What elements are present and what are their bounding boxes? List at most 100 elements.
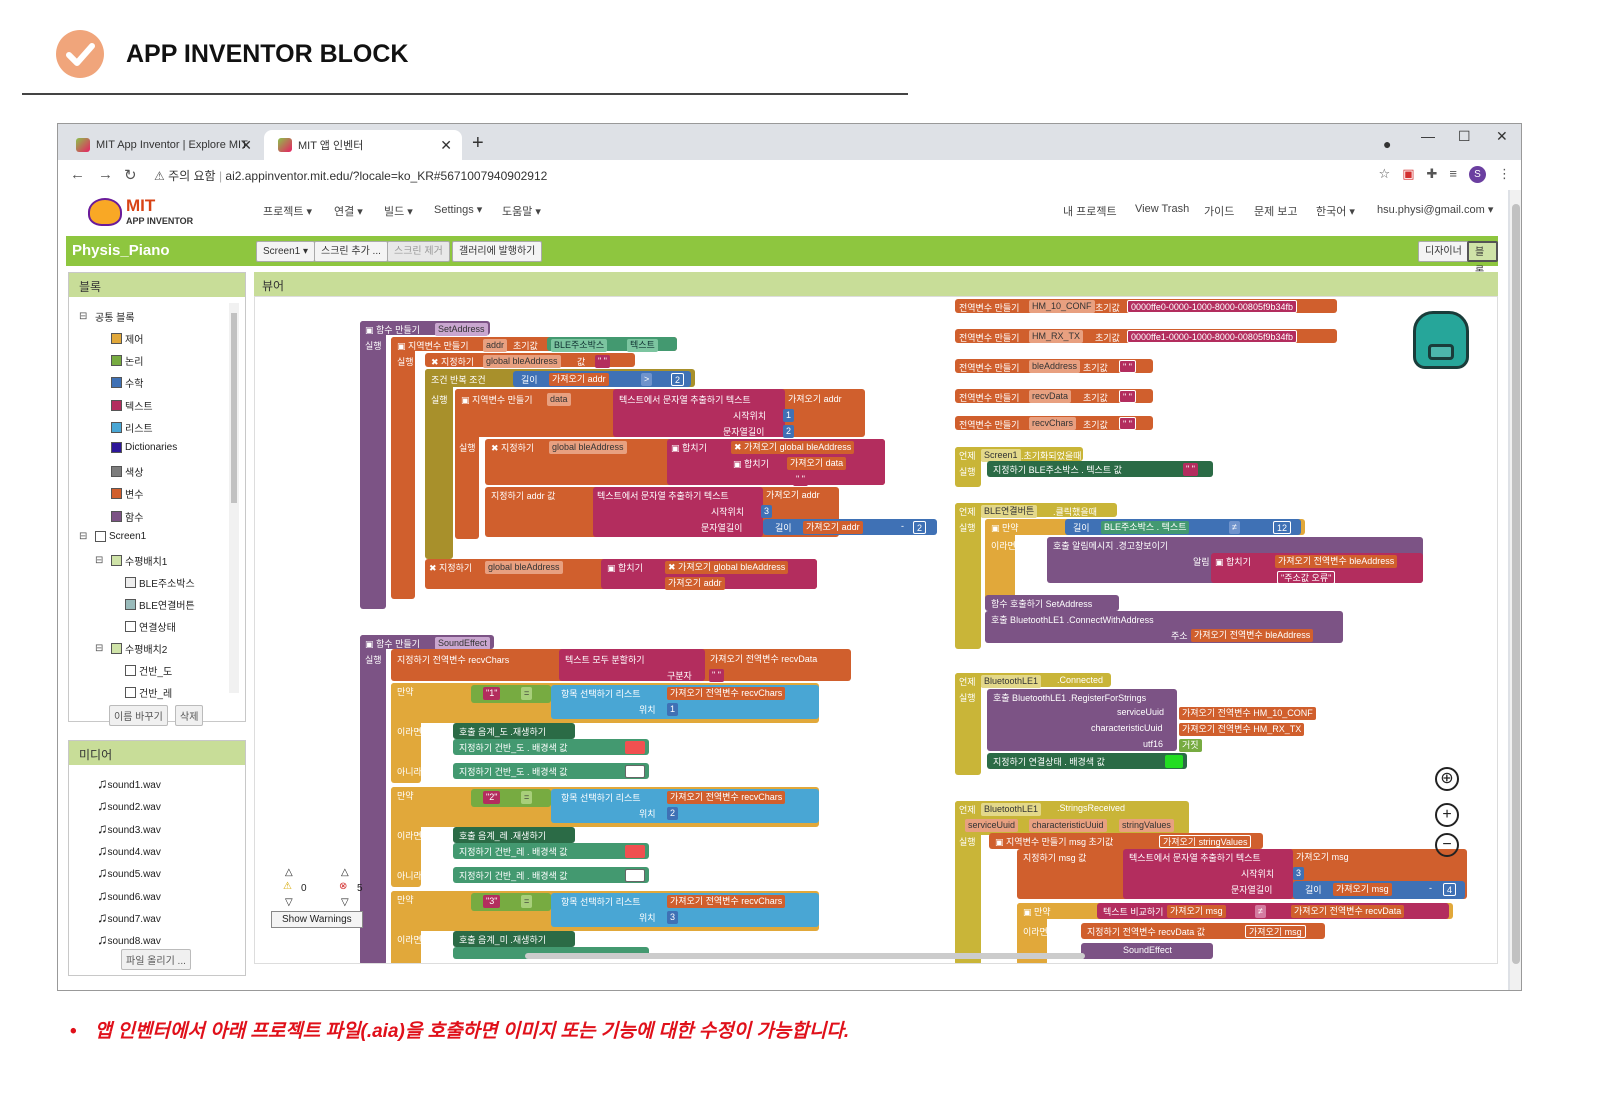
get-global-ble-chip[interactable]: ✖ 가져오기 global bleAddress: [665, 561, 789, 574]
get-sv-chip[interactable]: 가져오기 stringValues: [1159, 835, 1252, 848]
empty-text[interactable]: " ": [793, 473, 808, 486]
publish-gallery-button[interactable]: 갤러리에 발행하기: [452, 241, 543, 262]
media-file[interactable]: ♫sound8.wav: [97, 931, 161, 947]
reload-icon[interactable]: ↻: [124, 166, 137, 184]
key-text[interactable]: "3": [483, 895, 501, 908]
menu-account[interactable]: hsu.physi@gmail.com ▾: [1377, 203, 1493, 216]
builtin-category[interactable]: 색상: [111, 464, 143, 479]
delete-button[interactable]: 삭제: [175, 705, 204, 726]
new-tab-icon[interactable]: +: [472, 132, 484, 155]
puzzle-icon[interactable]: ✚: [1427, 166, 1438, 183]
get-recvchars-chip[interactable]: 가져오기 전역변수 recvChars: [667, 895, 786, 908]
global-var-name[interactable]: HM_10_CONF: [1029, 300, 1095, 313]
get-conf-chip[interactable]: 가져오기 전역변수 HM_10_CONF: [1179, 707, 1316, 720]
get-addr-chip[interactable]: 가져오기 addr: [665, 577, 725, 590]
button-comp[interactable]: BLE연결버튼: [981, 505, 1038, 518]
remove-screen-button[interactable]: 스크린 제거: [387, 241, 450, 262]
false-chip[interactable]: 거짓: [1179, 739, 1202, 752]
get-addr-chip[interactable]: 가져오기 addr: [763, 489, 823, 502]
get-addr-chip[interactable]: 가져오기 addr: [803, 521, 863, 534]
screen-select[interactable]: Screen1 ▾: [256, 241, 316, 262]
ble-box-component[interactable]: BLE주소박스: [551, 339, 608, 352]
media-file[interactable]: ♫sound4.wav: [97, 842, 161, 858]
backpack-icon[interactable]: [1413, 311, 1469, 369]
close-tab-icon[interactable]: ✕: [240, 137, 252, 154]
menu-build[interactable]: 빌드 ▾: [384, 203, 413, 219]
param-chip[interactable]: stringValues: [1119, 819, 1174, 832]
white-color-chip[interactable]: [625, 869, 645, 882]
menu-guide[interactable]: 가이드: [1204, 203, 1234, 219]
index-num[interactable]: 2: [667, 807, 679, 820]
url-field[interactable]: ⚠ 주의 요함 | ai2.appinventor.mit.edu/?local…: [154, 167, 547, 184]
key-text[interactable]: "1": [483, 687, 501, 700]
more-icon[interactable]: ⋮: [1498, 166, 1511, 183]
get-msg-chip[interactable]: 가져오기 msg: [1293, 851, 1352, 864]
ble-connected-event[interactable]: [955, 673, 981, 775]
maximize-icon[interactable]: ☐: [1458, 128, 1471, 145]
menu-my-projects[interactable]: 내 프로젝트: [1063, 203, 1117, 219]
err-text[interactable]: "주소값 오류": [1277, 571, 1336, 584]
neq-operator[interactable]: ≠: [1229, 521, 1240, 534]
global-var-value[interactable]: " ": [1119, 417, 1136, 430]
media-file[interactable]: ♫sound3.wav: [97, 820, 161, 836]
show-warnings-button[interactable]: Show Warnings: [271, 911, 363, 928]
num-3[interactable]: 3: [761, 505, 773, 518]
global-var-value[interactable]: " ": [1119, 360, 1136, 373]
add-screen-button[interactable]: 스크린 추가 ...: [314, 241, 388, 262]
empty-text[interactable]: " ": [595, 355, 610, 368]
menu-report[interactable]: 문제 보고: [1254, 203, 1298, 219]
builtin-category[interactable]: 변수: [111, 486, 143, 501]
media-icon[interactable]: ≡: [1449, 166, 1457, 183]
num-1[interactable]: 1: [783, 409, 795, 422]
media-file[interactable]: ♫sound2.wav: [97, 797, 161, 813]
media-file[interactable]: ♫sound1.wav: [97, 775, 161, 791]
num-12[interactable]: 12: [1273, 521, 1292, 534]
media-file[interactable]: ♫sound5.wav: [97, 864, 161, 880]
empty-text[interactable]: " ": [1183, 463, 1198, 476]
blocks-workspace[interactable]: ▣ 함수 만들기 SetAddress 실행 ▣ 지역변수 만들기 addr 초…: [254, 296, 1498, 964]
component-key-re[interactable]: 건반_레: [125, 685, 172, 700]
back-icon[interactable]: ←: [70, 166, 85, 183]
get-data-chip[interactable]: 가져오기 data: [787, 457, 847, 470]
get-msg-chip[interactable]: 가져오기 msg: [1333, 883, 1392, 896]
component-ble-box[interactable]: BLE주소박스: [125, 575, 195, 590]
media-file[interactable]: ♫sound6.wav: [97, 887, 161, 903]
menu-language[interactable]: 한국어 ▾: [1316, 203, 1355, 219]
extension-red-icon[interactable]: ▣: [1402, 166, 1414, 183]
close-window-icon[interactable]: ✕: [1496, 128, 1508, 145]
get-recvdata-chip[interactable]: 가져오기 전역변수 recvData: [1291, 905, 1405, 918]
menu-view-trash[interactable]: View Trash: [1135, 203, 1189, 215]
warning-up-icon[interactable]: △: [285, 867, 293, 878]
global-var-name[interactable]: recvChars: [1029, 417, 1077, 430]
builtin-category[interactable]: 수학: [111, 375, 143, 390]
menu-project[interactable]: 프로젝트 ▾: [263, 203, 312, 219]
global-var-value[interactable]: " ": [1119, 390, 1136, 403]
num-4[interactable]: 4: [1443, 883, 1457, 896]
close-tab-icon[interactable]: ✕: [440, 137, 452, 154]
get-ble-chip[interactable]: 가져오기 전역변수 bleAddress: [1275, 555, 1398, 568]
component-ble-button[interactable]: BLE연결버튼: [125, 597, 195, 612]
param-chip[interactable]: serviceUuid: [965, 819, 1019, 832]
arrangement1-tree[interactable]: ⊟ 수평배치1: [95, 553, 167, 568]
rename-button[interactable]: 이름 바꾸기: [109, 705, 168, 726]
data-var-name[interactable]: data: [547, 393, 571, 406]
builtin-category[interactable]: 리스트: [111, 420, 153, 435]
builtin-category[interactable]: 함수: [111, 509, 143, 524]
menu-help[interactable]: 도움말 ▾: [502, 203, 541, 219]
builtin-category[interactable]: 제어: [111, 331, 143, 346]
ble-box-text-chip[interactable]: BLE주소박스 . 텍스트: [1101, 521, 1190, 534]
minimize-icon[interactable]: —: [1421, 128, 1435, 144]
get-ble-chip[interactable]: 가져오기 전역변수 bleAddress: [1191, 629, 1314, 642]
global-ble-var[interactable]: global bleAddress: [549, 441, 627, 454]
green-color-chip[interactable]: [1165, 755, 1183, 768]
menu-connect[interactable]: 연결 ▾: [334, 203, 363, 219]
index-num[interactable]: 1: [667, 703, 679, 716]
star-icon[interactable]: ☆: [1379, 166, 1391, 183]
global-ble-var[interactable]: global bleAddress: [483, 355, 561, 368]
eq-operator[interactable]: =: [521, 791, 533, 804]
get-rx-chip[interactable]: 가져오기 전역변수 HM_RX_TX: [1179, 723, 1305, 736]
proc-name-field[interactable]: SetAddress: [435, 323, 488, 336]
text-property[interactable]: 텍스트: [627, 339, 658, 352]
num-2[interactable]: 2: [671, 373, 685, 386]
global-var-value[interactable]: 0000ffe1-0000-1000-8000-00805f9b34fb: [1127, 330, 1297, 343]
